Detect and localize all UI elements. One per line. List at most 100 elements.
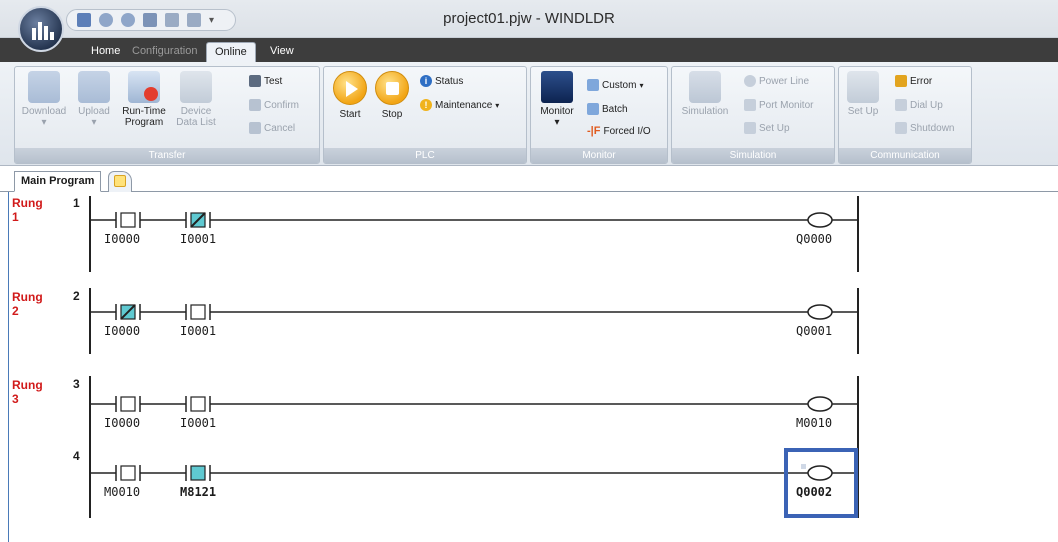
test-icon bbox=[249, 75, 261, 87]
device-label: I0000 bbox=[104, 324, 141, 338]
rung-line-3 bbox=[90, 396, 858, 412]
rung-line-2 bbox=[90, 304, 858, 320]
cancel-icon bbox=[249, 122, 261, 134]
selection-marker bbox=[801, 464, 806, 469]
stop-icon bbox=[375, 71, 409, 105]
group-label-transfer: Transfer bbox=[15, 148, 319, 163]
tab-home[interactable]: Home bbox=[83, 42, 128, 62]
contact-i0001 bbox=[190, 304, 206, 320]
forced-io-button[interactable]: -|F Forced I/O bbox=[587, 125, 651, 137]
tab-online[interactable]: Online bbox=[206, 42, 256, 62]
contact-i0000 bbox=[120, 396, 136, 412]
group-label-simulation: Simulation bbox=[672, 148, 834, 163]
rung-line-4 bbox=[90, 464, 858, 481]
rung-line-1 bbox=[90, 212, 858, 228]
chevron-down-icon: ▾ bbox=[495, 100, 500, 110]
custom-button[interactable]: Custom ▾ bbox=[587, 79, 643, 91]
upload-icon bbox=[78, 71, 110, 103]
batch-button[interactable]: Batch bbox=[587, 103, 628, 115]
device-label: M0010 bbox=[104, 485, 141, 499]
status-button[interactable]: i Status bbox=[420, 75, 463, 87]
shutdown-button[interactable]: Shutdown bbox=[895, 122, 954, 134]
communication-icon bbox=[847, 71, 879, 103]
group-simulation: Simulation Power Line Port Monitor Set U… bbox=[671, 66, 835, 164]
shutdown-icon bbox=[895, 122, 907, 134]
start-icon bbox=[333, 71, 367, 105]
monitor-button[interactable]: Monitor ▾ bbox=[535, 71, 579, 128]
test-button[interactable]: Test bbox=[249, 75, 282, 87]
dial-up-button[interactable]: Dial Up bbox=[895, 99, 943, 111]
group-label-communication: Communication bbox=[839, 148, 971, 163]
document-tab-strip: Main Program bbox=[0, 167, 1058, 192]
upload-button[interactable]: Upload ▾ bbox=[73, 71, 115, 128]
confirm-button[interactable]: Confirm bbox=[249, 99, 299, 111]
coil-m0010 bbox=[807, 396, 833, 412]
download-button[interactable]: Download ▾ bbox=[21, 71, 67, 128]
app-menu-button[interactable] bbox=[18, 6, 64, 52]
ladder-editor[interactable]: Rung 1 Rung 2 Rung 3 1 2 3 4 I0000 I0001… bbox=[0, 192, 1058, 542]
power-icon bbox=[744, 75, 756, 87]
port-monitor-button[interactable]: Port Monitor bbox=[744, 99, 813, 111]
coil-q0001 bbox=[807, 304, 833, 320]
new-program-tab-icon[interactable] bbox=[108, 171, 132, 192]
tab-configuration[interactable]: Configuration bbox=[124, 42, 205, 62]
device-label: I0000 bbox=[104, 232, 141, 246]
simulation-button[interactable]: Simulation bbox=[676, 71, 734, 117]
dial-up-icon bbox=[895, 99, 907, 111]
contact-m0010 bbox=[120, 465, 136, 481]
group-label-plc: PLC bbox=[324, 148, 526, 163]
download-icon bbox=[28, 71, 60, 103]
ladder-graphics bbox=[89, 196, 859, 518]
device-data-list-button[interactable]: Device Data List bbox=[171, 71, 221, 128]
device-label: I0000 bbox=[104, 416, 141, 430]
group-transfer: Download ▾ Upload ▾ Run-Time Program Devic… bbox=[14, 66, 320, 164]
device-label: I0001 bbox=[180, 416, 217, 430]
info-icon: i bbox=[420, 75, 432, 87]
device-label: M0010 bbox=[796, 416, 833, 430]
set-up-icon bbox=[744, 122, 756, 134]
ribbon: Download ▾ Upload ▾ Run-Time Program Devic… bbox=[0, 62, 1058, 166]
group-label-monitor: Monitor bbox=[531, 148, 667, 163]
maintenance-button[interactable]: ! Maintenance ▾ bbox=[420, 99, 499, 111]
simulation-set-up-button[interactable]: Set Up bbox=[744, 122, 790, 134]
error-button[interactable]: Error bbox=[895, 75, 932, 87]
window-title: project01.pjw - WINDLDR bbox=[443, 10, 615, 27]
device-label: I0001 bbox=[180, 232, 217, 246]
group-plc: Start Stop i Status ! Maintenance ▾ PLC bbox=[323, 66, 527, 164]
title-bar: ▾ project01.pjw - WINDLDR bbox=[0, 0, 1058, 38]
cancel-button[interactable]: Cancel bbox=[249, 122, 295, 134]
start-button[interactable]: Start bbox=[330, 71, 370, 120]
tab-view[interactable]: View bbox=[262, 42, 302, 62]
coil-q0000 bbox=[807, 212, 833, 228]
error-icon bbox=[895, 75, 907, 87]
contact-m8121 bbox=[190, 465, 206, 481]
device-label: Q0001 bbox=[796, 324, 833, 338]
forced-io-icon: -|F bbox=[587, 125, 601, 137]
device-label: I0001 bbox=[180, 324, 217, 338]
runtime-program-icon bbox=[128, 71, 160, 103]
device-label: Q0000 bbox=[796, 232, 833, 246]
selected-cell-outline bbox=[784, 448, 858, 518]
device-label: M8121 bbox=[180, 485, 217, 499]
app-logo-icon bbox=[32, 20, 54, 40]
group-communication: Set Up Error Dial Up Shutdown Communicat… bbox=[838, 66, 972, 164]
device-data-list-icon bbox=[180, 71, 212, 103]
group-monitor: Monitor ▾ Custom ▾ Batch -|F Forced I/O M… bbox=[530, 66, 668, 164]
contact-i0001 bbox=[190, 396, 206, 412]
port-monitor-icon bbox=[744, 99, 756, 111]
confirm-icon bbox=[249, 99, 261, 111]
communication-set-up-button[interactable]: Set Up bbox=[843, 71, 883, 117]
custom-table-icon bbox=[587, 79, 599, 91]
monitor-icon bbox=[541, 71, 573, 103]
runtime-program-button[interactable]: Run-Time Program bbox=[119, 71, 169, 128]
coil-q0002 bbox=[807, 465, 833, 481]
ribbon-tab-bar: Home Configuration Online View bbox=[0, 38, 1058, 62]
tab-main-program[interactable]: Main Program bbox=[14, 171, 102, 192]
batch-table-icon bbox=[587, 103, 599, 115]
chevron-down-icon: ▾ bbox=[639, 80, 644, 90]
device-label: Q0002 bbox=[796, 485, 833, 499]
warning-icon: ! bbox=[420, 99, 432, 111]
contact-i0000 bbox=[120, 212, 136, 228]
power-line-button[interactable]: Power Line bbox=[744, 75, 809, 87]
stop-button[interactable]: Stop bbox=[372, 71, 412, 120]
